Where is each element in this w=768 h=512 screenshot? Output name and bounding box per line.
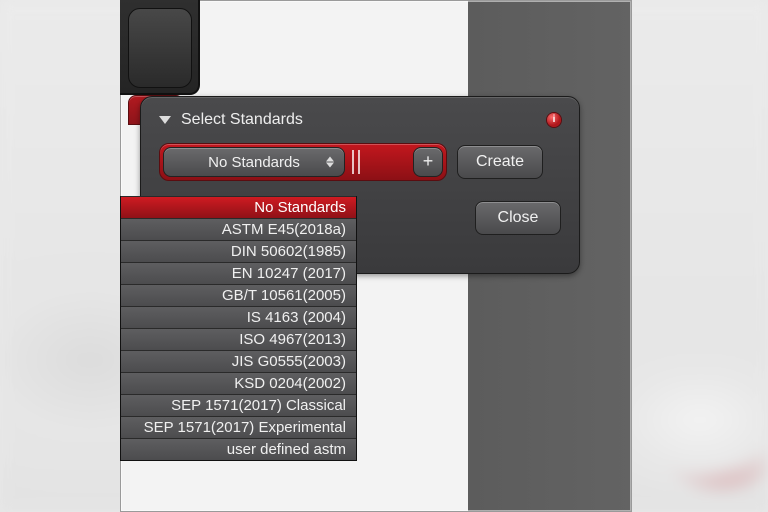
list-item[interactable]: KSD 0204(2002) [121,372,356,394]
updown-arrows-icon [326,157,334,168]
list-item[interactable]: DIN 50602(1985) [121,240,356,262]
list-item[interactable]: ASTM E45(2018a) [121,218,356,240]
list-item[interactable]: GB/T 10561(2005) [121,284,356,306]
list-item[interactable]: SEP 1571(2017) Classical [121,394,356,416]
standards-controls-row: No Standards + Create [159,143,561,181]
standards-dropdown-list[interactable]: No Standards ASTM E45(2018a) DIN 50602(1… [120,196,357,461]
disclosure-triangle-icon[interactable] [159,116,171,124]
standards-dropdown-label: No Standards [208,154,300,171]
standards-dropdown[interactable]: No Standards [163,147,345,177]
standards-preview-slot [348,147,410,177]
list-item[interactable]: ISO 4967(2013) [121,328,356,350]
panel-header: Select Standards i [159,111,561,129]
vertical-toolbar [120,0,200,95]
info-icon[interactable]: i [547,113,561,127]
list-item[interactable]: JIS G0555(2003) [121,350,356,372]
list-item[interactable]: user defined astm [121,438,356,460]
add-standard-button[interactable]: + [413,147,443,177]
standards-selector-group: No Standards + [159,143,447,181]
panel-title: Select Standards [181,111,303,129]
list-item[interactable]: No Standards [121,196,356,218]
close-button[interactable]: Close [475,201,561,235]
list-item[interactable]: IS 4163 (2004) [121,306,356,328]
create-button[interactable]: Create [457,145,543,179]
list-item[interactable]: SEP 1571(2017) Experimental [121,416,356,438]
list-item[interactable]: EN 10247 (2017) [121,262,356,284]
